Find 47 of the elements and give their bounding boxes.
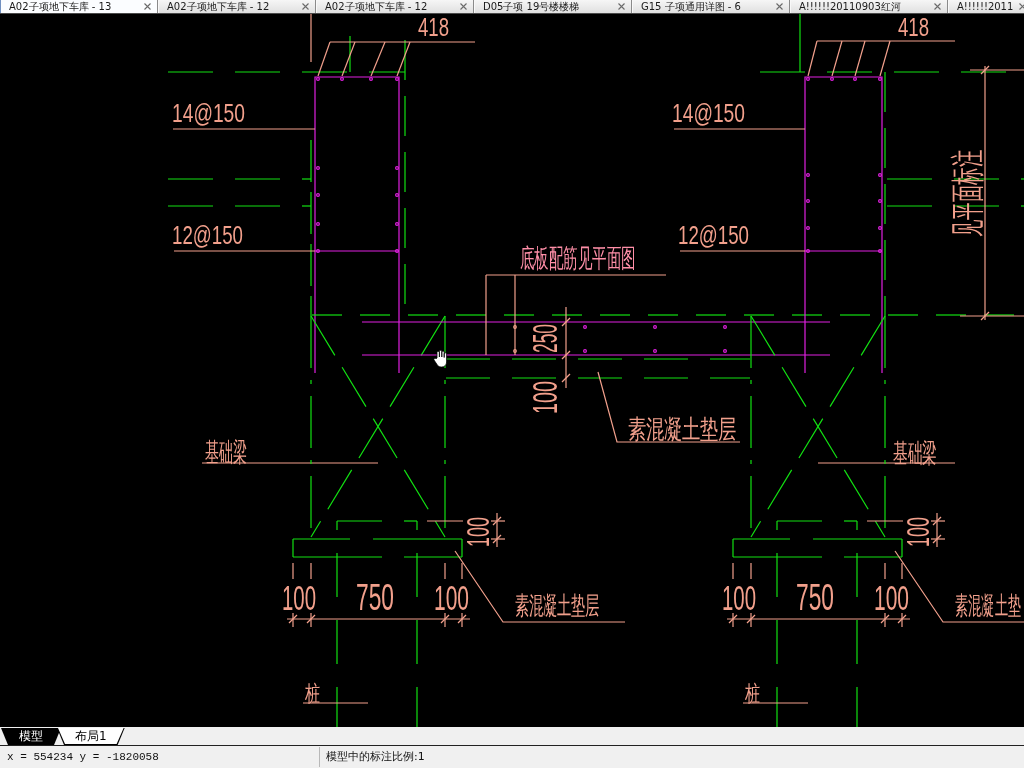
rebar-count-label: 418 <box>898 14 929 42</box>
document-tab[interactable]: G15 子项通用详图 - 6 <box>632 0 790 13</box>
document-tab[interactable]: A02子项地下车库 - 12 <box>316 0 474 13</box>
dimension-text: 100 <box>460 517 496 547</box>
rebar-spacing-label: 14@150 <box>172 99 245 128</box>
document-tab[interactable]: A02子项地下车库 - 13 <box>0 0 158 13</box>
rebar-spacing-label: 14@150 <box>672 99 745 128</box>
hand-cursor-icon <box>433 349 447 368</box>
dimension-text: 100 <box>722 578 756 618</box>
close-icon[interactable] <box>460 3 467 10</box>
dimension-text: 250 <box>523 324 565 353</box>
dimension-text: 100 <box>434 577 469 618</box>
rebar-spacing-label: 12@150 <box>678 221 749 250</box>
elevation-note: 见平面标注 <box>948 150 987 237</box>
rebar-spacing-label: 12@150 <box>172 221 243 250</box>
dimension-text: 100 <box>900 517 936 547</box>
close-icon[interactable] <box>302 3 309 10</box>
close-icon[interactable] <box>618 3 625 10</box>
annotation-scale-text: 模型中的标注比例:1 <box>325 749 425 765</box>
close-icon[interactable] <box>934 3 941 10</box>
rebar-count-label: 418 <box>418 14 449 42</box>
layout-tab[interactable]: 模型 <box>1 728 61 745</box>
leader-line <box>310 14 312 63</box>
close-icon[interactable] <box>776 3 783 10</box>
bedding-layer-label: 素混凝土垫 <box>955 591 1022 619</box>
dimension-text: 100 <box>874 577 909 618</box>
document-tab[interactable]: D05子项 19号楼楼梯 <box>474 0 632 13</box>
bedding-layer-label: 素混凝土垫层 <box>515 591 600 619</box>
pile-label: 桩 <box>745 681 761 706</box>
pile-label: 桩 <box>305 681 321 706</box>
dimension-text: 100 <box>282 578 316 618</box>
dimension-text: 100 <box>524 381 565 414</box>
layout-tab[interactable]: 布局1 <box>57 728 125 745</box>
close-icon[interactable] <box>144 3 151 10</box>
close-icon[interactable] <box>1019 3 1024 10</box>
document-tab[interactable]: A!!!!!!2011 <box>948 0 1024 13</box>
bedding-layer-label: 素混凝土垫层 <box>628 414 736 444</box>
beam-label: 基础梁 <box>893 438 937 467</box>
document-tab[interactable]: A02子项地下车库 - 12 <box>158 0 316 13</box>
dimension-text: 750 <box>796 577 834 618</box>
leader-line <box>742 702 809 704</box>
slab-rebar-note: 底板配筋见平面图 <box>520 243 636 272</box>
dimension-text: 750 <box>356 577 394 618</box>
document-tab[interactable]: A!!!!!!20110903红河 <box>790 0 948 13</box>
cursor-coordinates: x = 554234 y = -1820058 <box>0 747 320 767</box>
beam-label: 基础梁 <box>205 437 248 466</box>
leader-line <box>302 702 369 704</box>
